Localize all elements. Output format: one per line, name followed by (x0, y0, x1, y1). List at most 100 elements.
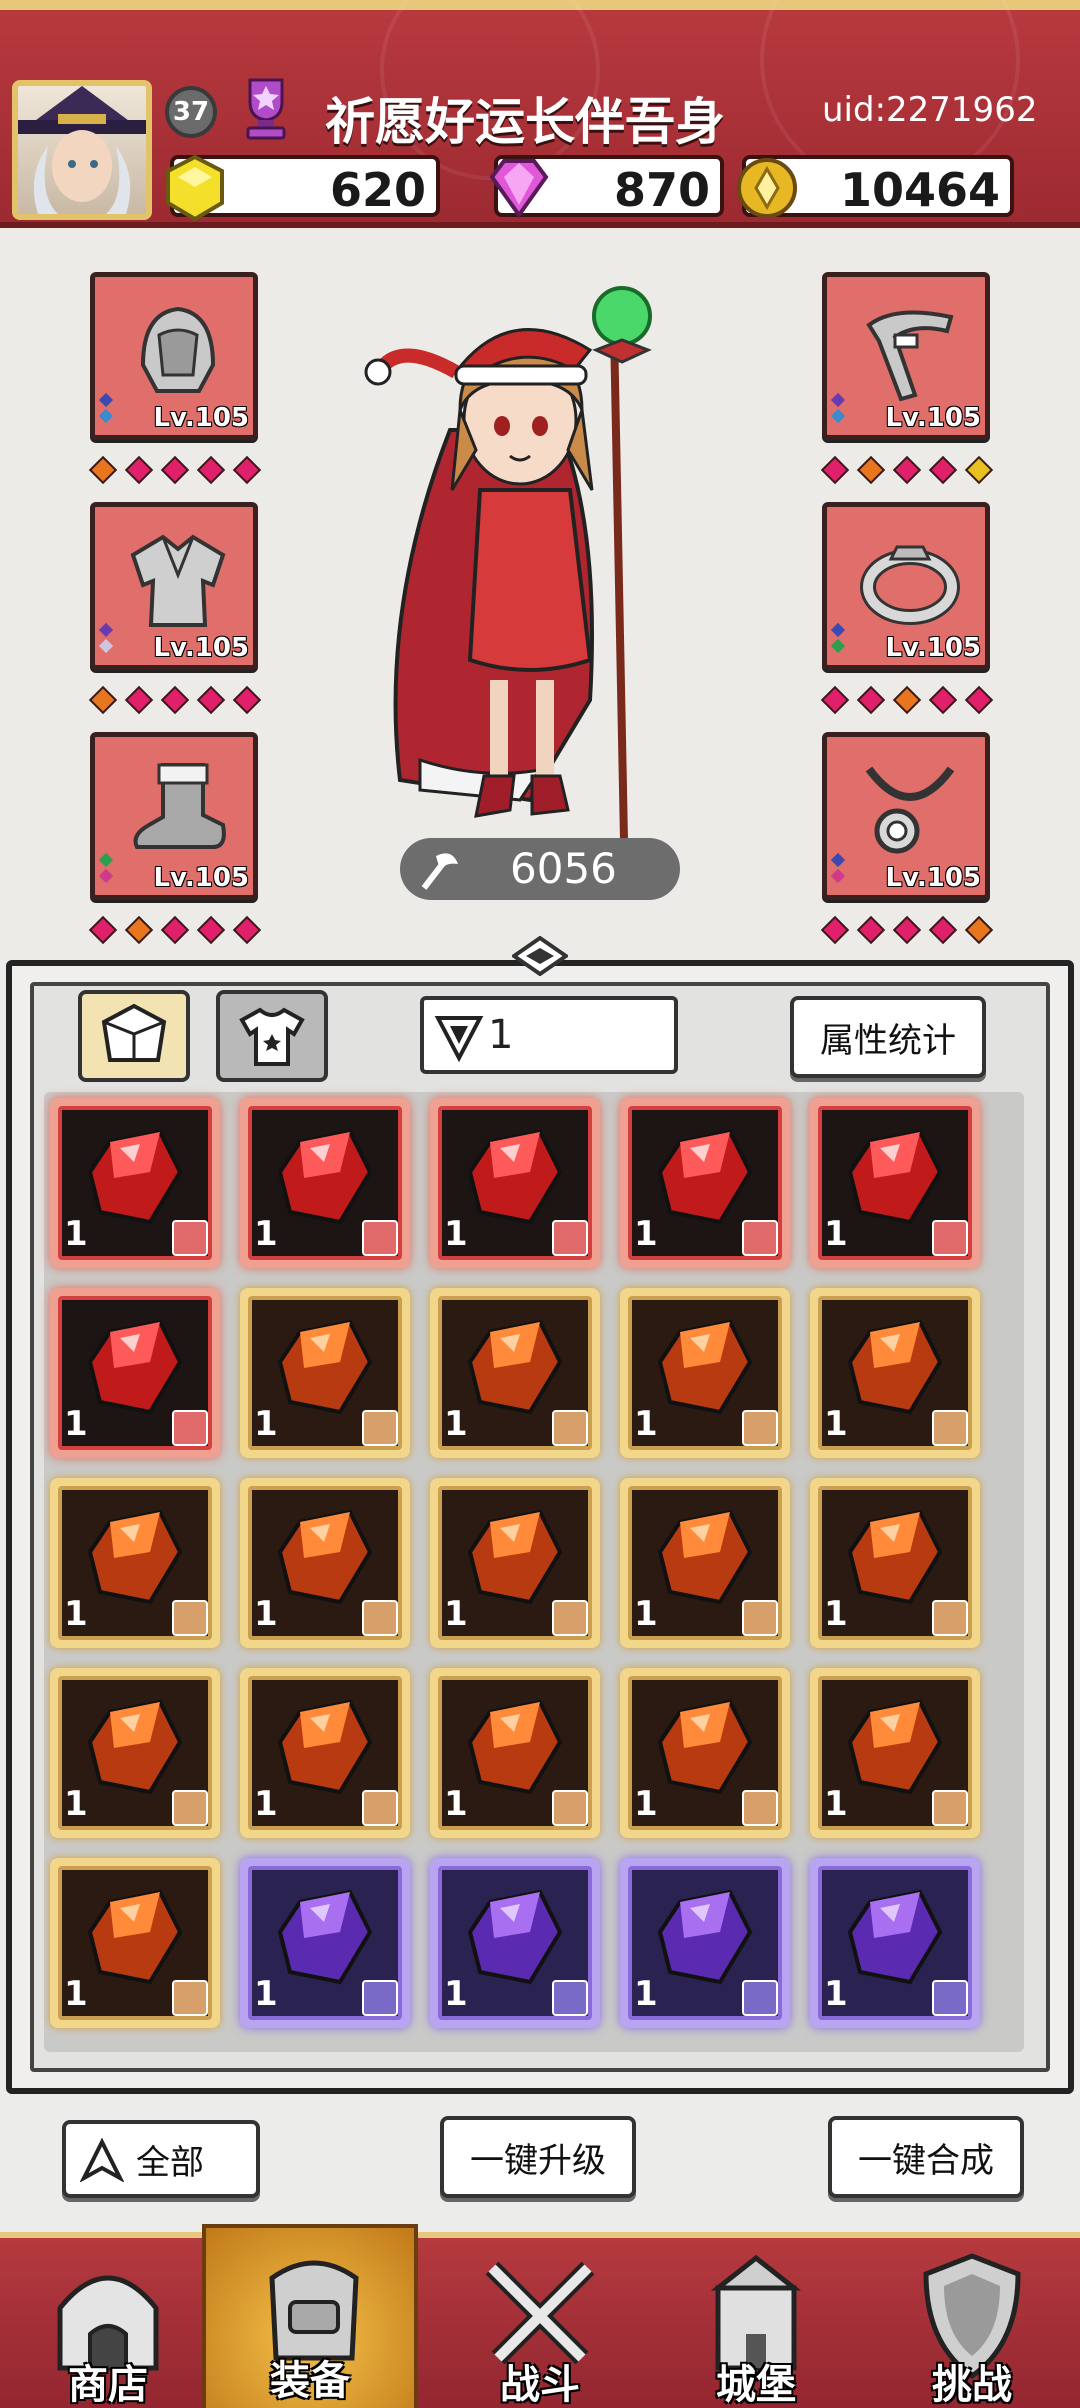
inventory-item[interactable]: 1 (240, 1288, 410, 1458)
nav-castle[interactable]: 城堡 (648, 2238, 864, 2408)
hero-character[interactable] (360, 280, 700, 841)
player-avatar[interactable] (12, 80, 152, 220)
item-count: 1 (254, 1214, 278, 1254)
equip-slot-ring[interactable]: Lv.105 (822, 502, 990, 670)
quality-diamonds-boots (88, 915, 262, 946)
nav-shop-label: 商店 (68, 2361, 148, 2408)
quality-diamond (88, 455, 118, 485)
currency-coins[interactable]: 10464 (737, 155, 1014, 218)
equip-type-icon (742, 1980, 778, 2016)
inventory-item[interactable]: 1 (50, 1478, 220, 1648)
inventory-item[interactable]: 1 (430, 1098, 600, 1268)
socket-gems (98, 389, 114, 427)
inventory-item[interactable]: 1 (620, 1288, 790, 1458)
inventory-item[interactable]: 1 (810, 1668, 980, 1838)
equip-slot-helmet[interactable]: Lv.105 (90, 272, 258, 440)
inventory-item[interactable]: 1 (430, 1288, 600, 1458)
inventory-item[interactable]: 1 (50, 1098, 220, 1268)
currency-diamonds[interactable]: 870 (489, 155, 724, 219)
item-count: 1 (64, 1784, 88, 1824)
inventory-item[interactable]: 1 (240, 1098, 410, 1268)
upgrade-all-button[interactable]: 一键升级 (440, 2116, 636, 2198)
quality-diamonds-necklace (820, 915, 994, 946)
inventory-item[interactable]: 1 (620, 1668, 790, 1838)
quality-diamond (892, 685, 922, 715)
trophy-icon[interactable] (230, 72, 302, 144)
coins-value: 10464 (839, 163, 1000, 217)
equip-type-icon (172, 1410, 208, 1446)
quality-diamond (964, 685, 994, 715)
level-filter-dropdown[interactable]: 1 (420, 996, 678, 1074)
inventory-item[interactable]: 1 (810, 1098, 980, 1268)
inventory-item[interactable]: 1 (430, 1858, 600, 2028)
socket-gems (830, 849, 846, 887)
tab-gems[interactable] (78, 990, 190, 1082)
filter-all-label: 全部 (136, 2142, 204, 2183)
equip-type-icon (742, 1790, 778, 1826)
equip-type-icon (742, 1220, 778, 1256)
equip-type-icon (552, 1600, 588, 1636)
quality-diamond (820, 915, 850, 945)
gem-icon (87, 1699, 183, 1795)
equip-slot-boots[interactable]: Lv.105 (90, 732, 258, 900)
equip-type-icon (172, 1220, 208, 1256)
nav-battle[interactable]: 战斗 (432, 2238, 648, 2408)
nav-castle-label: 城堡 (716, 2361, 796, 2408)
purple-diamond-icon (484, 153, 554, 223)
nav-shop[interactable]: 商店 (0, 2238, 216, 2408)
inventory-item[interactable]: 1 (240, 1858, 410, 2028)
item-count: 1 (634, 1594, 658, 1634)
equip-type-icon (742, 1410, 778, 1446)
equip-type-icon (932, 1220, 968, 1256)
gem-icon (87, 1319, 183, 1415)
equip-type-icon (362, 1790, 398, 1826)
gems-value: 620 (329, 163, 426, 217)
inventory-item[interactable]: 1 (50, 1288, 220, 1458)
power-icon (421, 853, 458, 890)
nav-equipment[interactable]: 装备 (202, 2224, 418, 2408)
inventory-item[interactable]: 1 (620, 1858, 790, 2028)
currency-gems[interactable]: 620 (166, 154, 440, 222)
nav-challenge[interactable]: 挑战 (864, 2238, 1080, 2408)
item-count: 1 (254, 1784, 278, 1824)
inventory-item[interactable]: 1 (810, 1858, 980, 2028)
inventory-item[interactable]: 1 (240, 1668, 410, 1838)
attribute-stats-button[interactable]: 属性统计 (790, 996, 986, 1078)
gem-icon (657, 1509, 753, 1605)
equip-type-icon (742, 1600, 778, 1636)
equip-type-icon (362, 1220, 398, 1256)
weapon-icon (866, 310, 954, 402)
equip-type-icon (172, 1600, 208, 1636)
item-count: 1 (824, 1214, 848, 1254)
inventory-item[interactable]: 1 (810, 1288, 980, 1458)
inventory-item[interactable]: 1 (430, 1478, 600, 1648)
inventory-item[interactable]: 1 (430, 1668, 600, 1838)
inventory-item[interactable]: 1 (50, 1858, 220, 2028)
nav-battle-label: 战斗 (500, 2361, 580, 2408)
quality-diamond (928, 455, 958, 485)
quality-diamond (892, 915, 922, 945)
filter-all-button[interactable]: 全部 (62, 2120, 260, 2198)
tab-costumes[interactable] (216, 990, 328, 1082)
item-count: 1 (64, 1214, 88, 1254)
equip-type-icon (172, 1980, 208, 2016)
quality-diamond (232, 685, 262, 715)
inventory-item[interactable]: 1 (50, 1668, 220, 1838)
filter-funnel-icon (434, 1016, 484, 1062)
equip-slot-armor[interactable]: Lv.105 (90, 502, 258, 670)
equip-slot-weapon[interactable]: Lv.105 (822, 272, 990, 440)
item-count: 1 (634, 1214, 658, 1254)
quality-diamond (856, 915, 886, 945)
gem-icon (277, 1889, 373, 1985)
quality-diamond (160, 915, 190, 945)
merge-all-button[interactable]: 一键合成 (828, 2116, 1024, 2198)
inventory-item[interactable]: 1 (620, 1098, 790, 1268)
quality-diamonds-ring (820, 685, 994, 716)
inventory-item[interactable]: 1 (240, 1478, 410, 1648)
gem-icon (87, 1509, 183, 1605)
quality-diamond (232, 455, 262, 485)
slot-level: Lv.105 (153, 633, 249, 663)
equip-slot-necklace[interactable]: Lv.105 (822, 732, 990, 900)
inventory-item[interactable]: 1 (620, 1478, 790, 1648)
inventory-item[interactable]: 1 (810, 1478, 980, 1648)
